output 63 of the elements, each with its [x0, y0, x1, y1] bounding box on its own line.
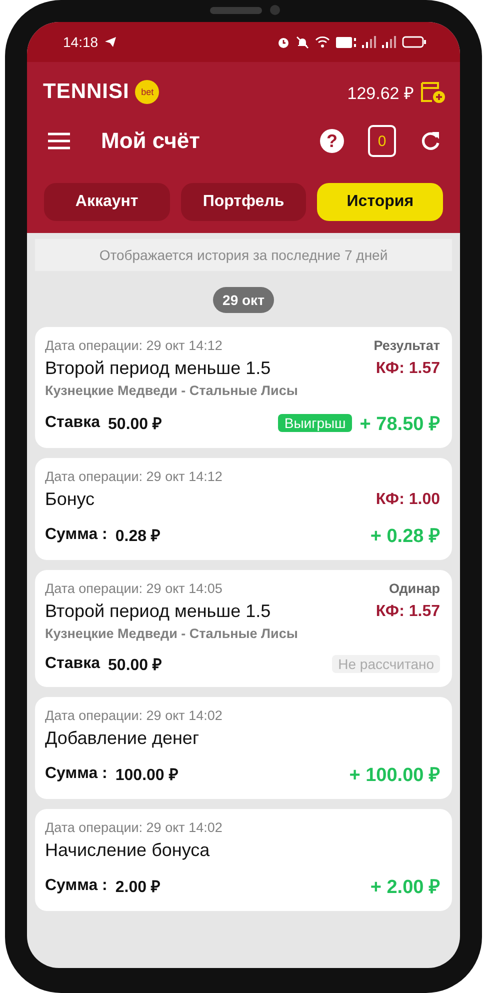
coefficient: КФ: 1.57 [376, 360, 440, 378]
match-name: Кузнецкие Медведи - Стальные Лисы [45, 383, 299, 398]
history-card[interactable]: Дата операции: 29 окт 14:02 Добавление денег Сумма : 100.00 ₽ + 100.00 ₽ [35, 697, 452, 799]
camera-drawing [270, 5, 280, 15]
payout-amount: + 0.28 ₽ [370, 525, 440, 548]
send-icon [104, 36, 118, 48]
operation-title: Добавление денег [45, 728, 200, 749]
wallet-plus-icon[interactable] [420, 79, 446, 105]
page-title: Мой счёт [101, 128, 200, 154]
operation-date: Дата операции: 29 окт 14:12 [45, 338, 222, 353]
balance-amount: 129.62 ₽ [347, 82, 414, 104]
operation-type: Одинар [389, 581, 440, 596]
help-icon[interactable]: ? [320, 129, 344, 153]
network-badge-icon [336, 36, 356, 48]
status-label: Выигрыш [278, 414, 352, 432]
match-name: Кузнецкие Медведи - Стальные Лисы [45, 626, 299, 641]
amount-value: 100.00 ₽ [115, 766, 178, 785]
operation-date: Дата операции: 29 окт 14:02 [45, 708, 222, 723]
amount-value: 2.00 ₽ [115, 878, 160, 897]
amount-value: 50.00 ₽ [108, 656, 162, 675]
operation-title: Второй период меньше 1.5 [45, 358, 271, 379]
brand-badge: bet [135, 80, 160, 104]
alarm-icon [277, 36, 290, 48]
tab[interactable]: Портфель [180, 183, 306, 221]
brand-logo: TENNISI [43, 80, 130, 104]
battery-icon [402, 36, 426, 48]
amount-label: Сумма : [45, 877, 108, 895]
payout-amount: + 100.00 ₽ [349, 764, 440, 787]
operation-date: Дата операции: 29 окт 14:05 [45, 581, 222, 596]
signal-icon [362, 36, 376, 48]
amount-label: Сумма : [45, 526, 108, 544]
status-time: 14:18 [63, 34, 98, 50]
operation-date: Дата операции: 29 окт 14:12 [45, 469, 222, 484]
operation-date: Дата операции: 29 окт 14:02 [45, 820, 222, 835]
speaker-drawing [210, 7, 262, 14]
date-chip: 29 окт [212, 287, 274, 313]
operation-title: Второй период меньше 1.5 [45, 601, 271, 622]
signal-icon [382, 36, 396, 48]
payout-amount: + 2.00 ₽ [370, 876, 440, 899]
refresh-icon[interactable] [420, 130, 442, 152]
amount-value: 50.00 ₽ [108, 415, 162, 434]
history-card[interactable]: Дата операции: 29 окт 14:02 Начисление бонуса Сумма : 2.00 ₽ + 2.00 ₽ [35, 809, 452, 911]
wifi-icon [315, 36, 330, 48]
coupon-button[interactable]: 0 [368, 125, 396, 157]
amount-label: Ставка [45, 655, 100, 673]
status-label: Не рассчитано [332, 655, 440, 673]
history-card[interactable]: Дата операции: 29 окт 14:12 Результат Второй период меньше 1.5 КФ: 1.57 Кузнецкие Медведи - Стальные Лисы Ставка 50.00 ₽ Выигрыш + 78.50 ₽ [35, 327, 452, 448]
amount-value: 0.28 ₽ [115, 527, 160, 546]
history-card[interactable]: Дата операции: 29 окт 14:05 Одинар Второй период меньше 1.5 КФ: 1.57 Кузнецкие Медведи - Стальные Лисы Ставка 50.00 ₽ Не рассчитано [35, 570, 452, 687]
operation-title: Начисление бонуса [45, 840, 210, 861]
amount-label: Сумма : [45, 765, 108, 783]
menu-icon[interactable] [47, 132, 71, 150]
operation-title: Бонус [45, 489, 95, 510]
history-card[interactable]: Дата операции: 29 окт 14:12 Бонус КФ: 1.00 Сумма : 0.28 ₽ + 0.28 ₽ [35, 458, 452, 560]
coefficient: КФ: 1.00 [376, 490, 440, 508]
coefficient: КФ: 1.57 [376, 602, 440, 620]
payout-amount: + 78.50 ₽ [360, 413, 440, 436]
amount-label: Ставка [45, 414, 100, 432]
operation-type: Результат [374, 338, 440, 353]
notice-banner: Отображается история за последние 7 дней [35, 239, 452, 271]
tab[interactable]: Аккаунт [44, 183, 170, 221]
tab[interactable]: История [317, 183, 444, 221]
muted-bell-icon [296, 36, 309, 48]
